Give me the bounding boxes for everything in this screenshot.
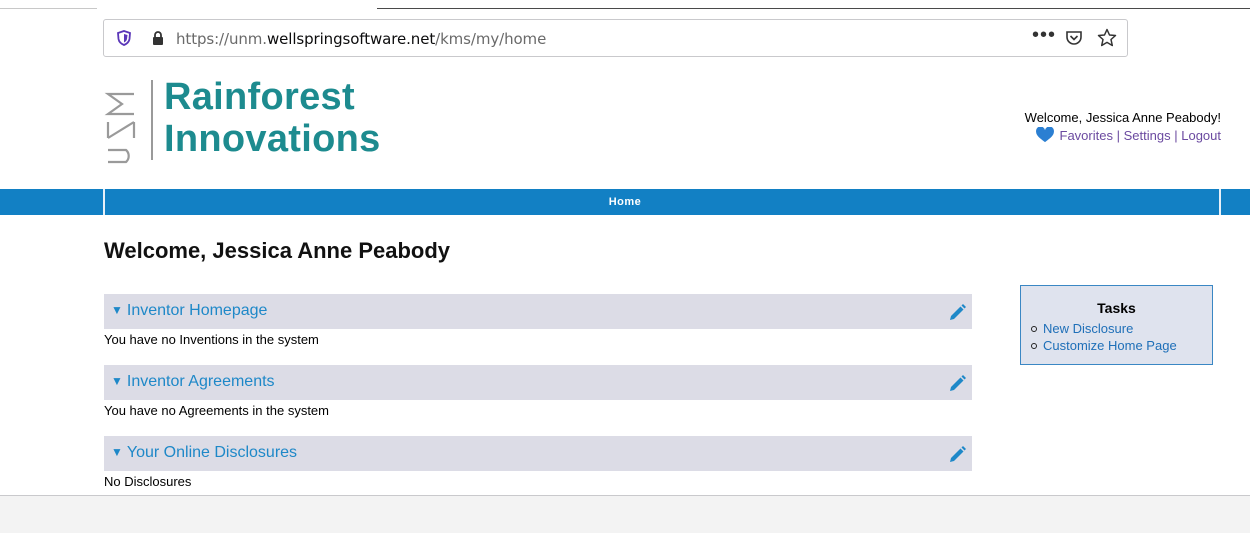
tab-strip-line [0, 8, 97, 9]
collapse-triangle-icon: ▼ [111, 303, 123, 317]
nav-home-link[interactable]: Home [0, 196, 1250, 208]
tasks-title: Tasks [1097, 300, 1136, 316]
bookmark-star-icon[interactable] [1097, 28, 1117, 48]
section-message: No Disclosures [104, 474, 192, 489]
collapse-triangle-icon: ▼ [111, 374, 123, 388]
section-header[interactable]: ▼ Your Online Disclosures [104, 436, 972, 471]
tasks-panel: Tasks New Disclosure Customize Home Page [1020, 285, 1213, 365]
user-welcome: Welcome, Jessica Anne Peabody! Favorites… [1025, 110, 1221, 143]
section-toggle[interactable]: ▼ Inventor Agreements [111, 373, 275, 391]
edit-pencil-icon[interactable] [947, 303, 967, 323]
page-footer [0, 496, 1250, 533]
link-separator: | [1116, 128, 1120, 143]
page-actions-more-icon[interactable]: ••• [1032, 24, 1056, 47]
logo-text-line1: Rainforest [164, 76, 355, 118]
welcome-message: Welcome, Jessica Anne Peabody! [1024, 110, 1221, 125]
site-logo[interactable]: Rainforest Innovations [104, 76, 424, 168]
collapse-triangle-icon: ▼ [111, 445, 123, 459]
section-header[interactable]: ▼ Inventor Agreements [104, 365, 972, 400]
tasks-list: New Disclosure Customize Home Page [1021, 320, 1212, 354]
logo-divider [151, 80, 153, 160]
section-title: Inventor Homepage [126, 302, 268, 319]
tab-strip-line [377, 8, 1250, 9]
url-domain: wellspringsoftware.net [266, 30, 436, 48]
url-text[interactable]: https://unm.wellspringsoftware.net/kms/m… [176, 30, 546, 48]
task-customize-home-page-link[interactable]: Customize Home Page [1031, 337, 1212, 354]
section-toggle[interactable]: ▼ Inventor Homepage [111, 302, 267, 320]
heart-icon [1035, 127, 1054, 143]
address-bar[interactable]: https://unm.wellspringsoftware.net/kms/m… [103, 19, 1128, 57]
pocket-icon[interactable] [1065, 29, 1083, 47]
edit-pencil-icon[interactable] [947, 374, 967, 394]
section-inventor-homepage: ▼ Inventor Homepage You have no Invention… [104, 294, 972, 347]
section-online-disclosures: ▼ Your Online Disclosures No Disclosures [104, 436, 972, 489]
unm-logo-mark-icon [104, 92, 136, 164]
lock-icon[interactable] [150, 30, 166, 46]
browser-top-border [0, 0, 1250, 9]
nav-divider [1219, 189, 1221, 215]
favorites-link[interactable]: Favorites [1060, 128, 1113, 143]
section-inventor-agreements: ▼ Inventor Agreements You have no Agreeme… [104, 365, 972, 418]
settings-link[interactable]: Settings [1124, 128, 1171, 143]
main-nav-bar: Home [0, 189, 1250, 215]
section-toggle[interactable]: ▼ Your Online Disclosures [111, 444, 297, 462]
section-title: Inventor Agreements [126, 373, 275, 390]
section-title: Your Online Disclosures [126, 444, 298, 461]
section-message: You have no Inventions in the system [104, 332, 319, 347]
tracking-protection-shield-icon[interactable] [116, 30, 132, 46]
logout-link[interactable]: Logout [1181, 128, 1221, 143]
section-header[interactable]: ▼ Inventor Homepage [104, 294, 972, 329]
task-new-disclosure-link[interactable]: New Disclosure [1031, 320, 1212, 337]
logo-text-line2: Innovations [164, 118, 381, 160]
link-separator: | [1174, 128, 1178, 143]
section-message: You have no Agreements in the system [104, 403, 329, 418]
user-links: Favorites | Settings | Logout [1025, 127, 1221, 143]
edit-pencil-icon[interactable] [947, 445, 967, 465]
page-title: Welcome, Jessica Anne Peabody [104, 238, 451, 263]
